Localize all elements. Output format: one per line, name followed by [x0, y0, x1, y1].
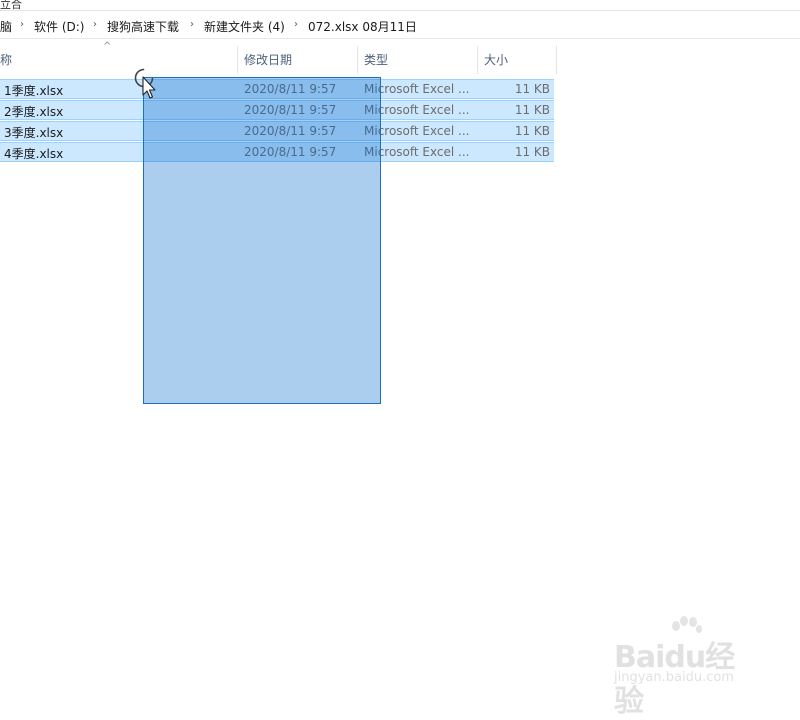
column-header-name[interactable]: 称 [0, 46, 238, 74]
chevron-right-icon[interactable]: › [294, 19, 298, 30]
baidu-jingyan-watermark: Baidu经验 jingyan.baidu.com [610, 614, 760, 719]
breadcrumb: 脑 › 软件 (D:) › 搜狗高速下载 › 新建文件夹 (4) › 072.x… [0, 14, 800, 39]
column-header-size[interactable]: 大小 [478, 46, 557, 74]
breadcrumb-item-drive-d[interactable]: 软件 (D:) [34, 18, 84, 35]
chevron-right-icon[interactable]: › [93, 19, 97, 30]
column-header-type-label: 类型 [364, 53, 389, 67]
watermark-sub-text: jingyan.baidu.com [614, 670, 734, 685]
file-size: 11 KB [514, 145, 550, 159]
breadcrumb-item-new-folder-4[interactable]: 新建文件夹 (4) [204, 18, 285, 35]
window-title-fragment: 立合 [0, 0, 22, 11]
file-size: 11 KB [514, 82, 550, 96]
window-top-strip: 立合 [0, 0, 800, 11]
column-header-name-label: 称 [0, 53, 13, 67]
file-name: 3季度.xlsx [4, 126, 64, 140]
breadcrumb-item-sogou-downloads[interactable]: 搜狗高速下载 [107, 18, 179, 35]
column-header-modified[interactable]: 修改日期 [238, 46, 358, 74]
selection-marquee [143, 77, 381, 404]
column-header-modified-label: 修改日期 [244, 53, 293, 67]
busy-arrow-cursor-icon [134, 68, 156, 99]
chevron-right-icon[interactable]: › [190, 19, 194, 30]
file-name: 1季度.xlsx [4, 84, 64, 98]
file-name: 4季度.xlsx [4, 147, 64, 161]
column-header-row: 称 修改日期 类型 大小 [0, 46, 557, 74]
column-header-type[interactable]: 类型 [358, 46, 478, 74]
file-size: 11 KB [514, 124, 550, 138]
column-header-size-label: 大小 [484, 53, 509, 67]
file-size: 11 KB [514, 103, 550, 117]
breadcrumb-item-current-folder[interactable]: 072.xlsx 08月11日 [308, 18, 417, 35]
file-name: 2季度.xlsx [4, 105, 64, 119]
breadcrumb-item-this-pc[interactable]: 脑 [0, 18, 12, 35]
chevron-right-icon[interactable]: › [20, 19, 24, 30]
